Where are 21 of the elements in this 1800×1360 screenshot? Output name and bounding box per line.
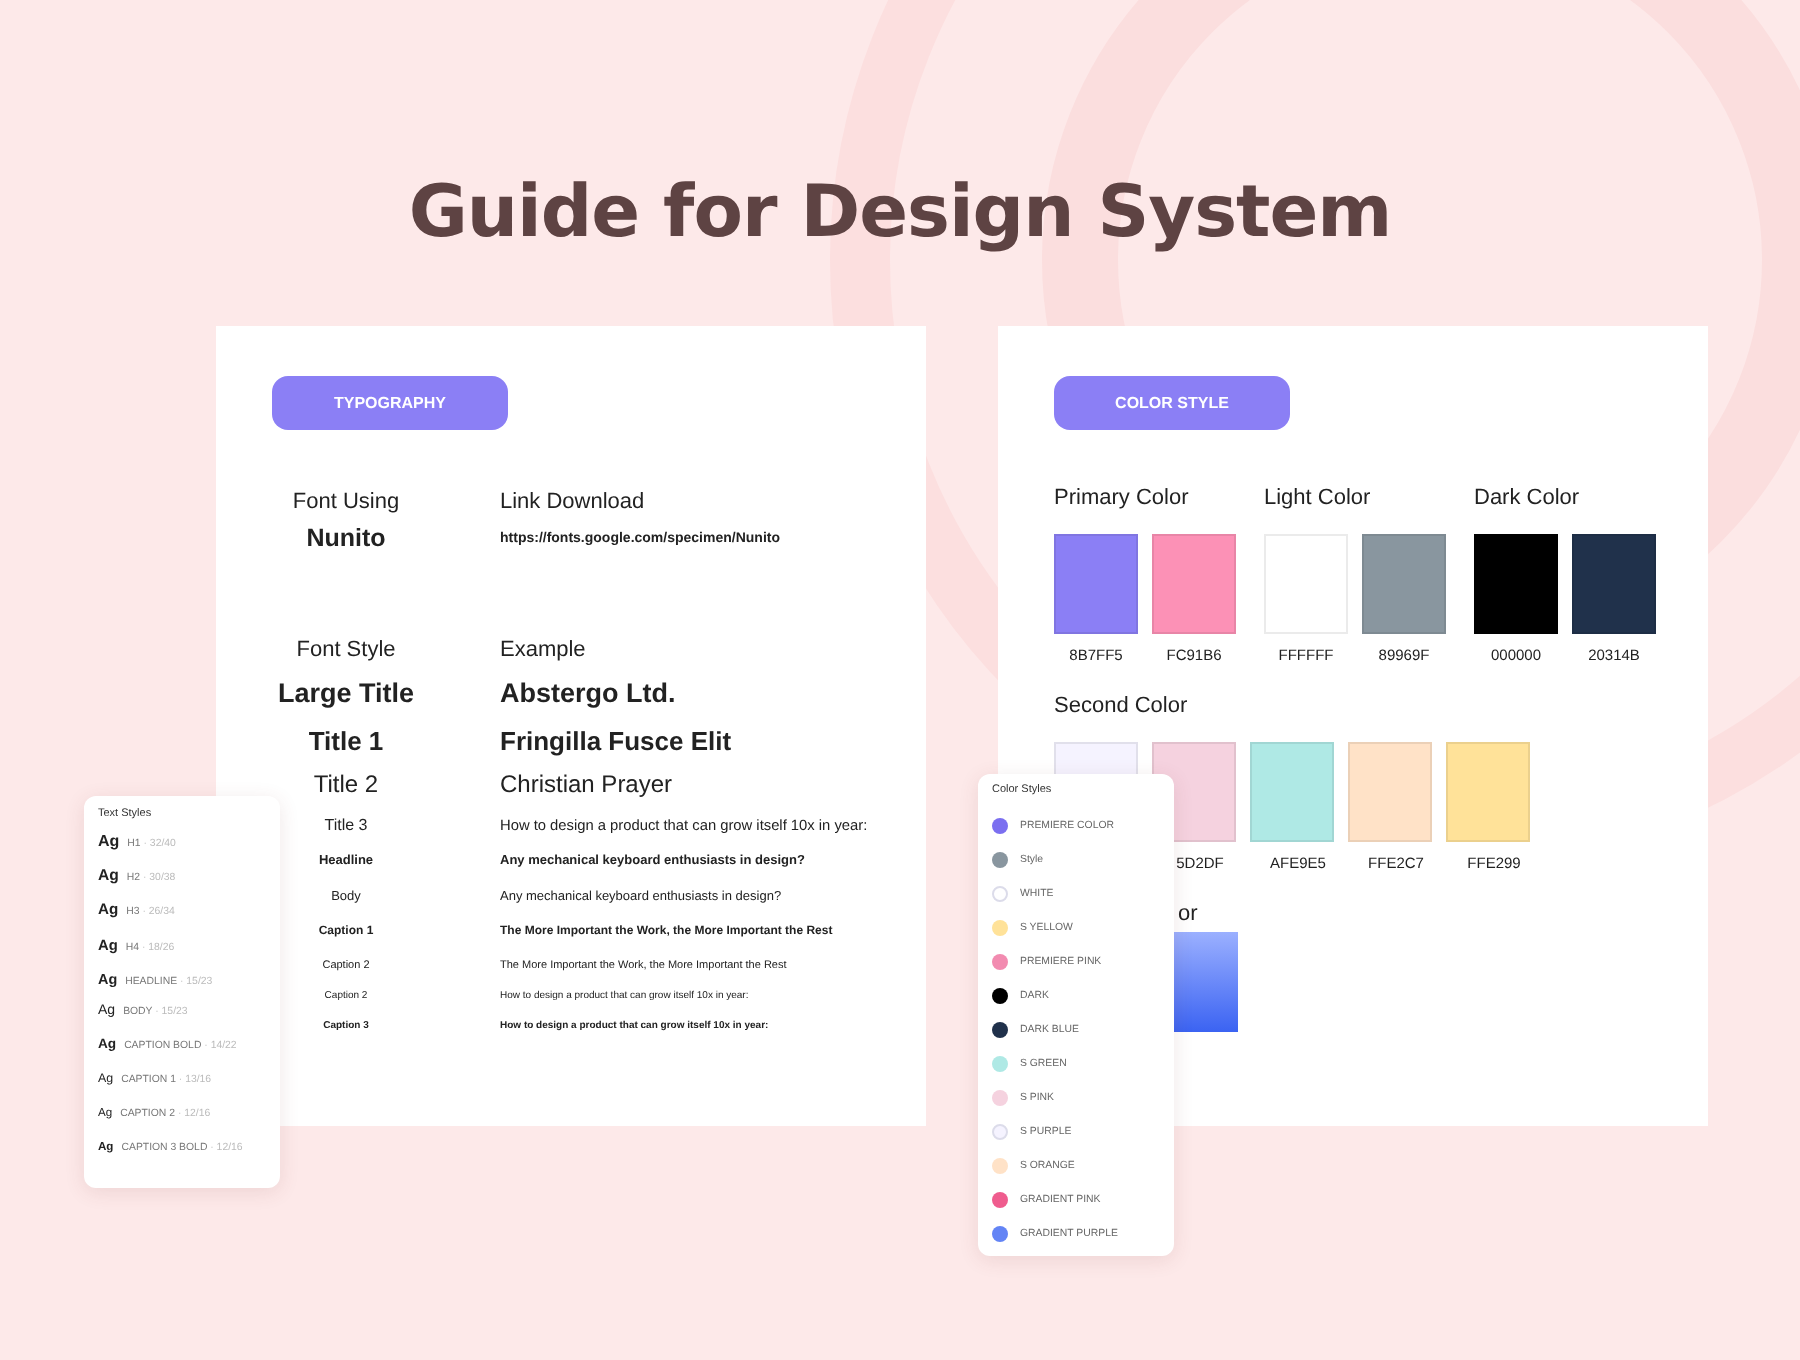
type-sample: Ag — [98, 832, 120, 850]
font-style-name: Title 3 — [324, 814, 368, 838]
font-style-name: Title 2 — [313, 768, 379, 802]
font-style-example: Christian Prayer — [500, 768, 675, 802]
color-group-title: Second Color — [1054, 694, 1190, 722]
color-group-title: or — [1178, 902, 1200, 930]
color-style-badge: COLOR STYLE — [1054, 376, 1290, 430]
font-style-name: Large Title — [277, 676, 415, 712]
font-style-name: Title 1 — [308, 724, 384, 760]
color-group-title: Dark Color — [1474, 486, 1582, 514]
color-group-title: Light Color — [1264, 486, 1373, 514]
page-title: Guide for Design System — [406, 170, 1394, 258]
font-using-label: Font Using — [292, 490, 400, 514]
link-download-label: Link Download — [500, 490, 647, 514]
color-group-title: Primary Color — [1054, 486, 1191, 514]
example-header: Example — [500, 638, 588, 662]
font-style-example: Fringilla Fusce Elit — [500, 724, 734, 760]
typography-badge: TYPOGRAPHY — [272, 376, 508, 430]
font-name: Nunito — [306, 524, 386, 552]
font-style-example: Abstergo Ltd. — [500, 676, 678, 712]
font-style-header: Font Style — [296, 638, 396, 662]
